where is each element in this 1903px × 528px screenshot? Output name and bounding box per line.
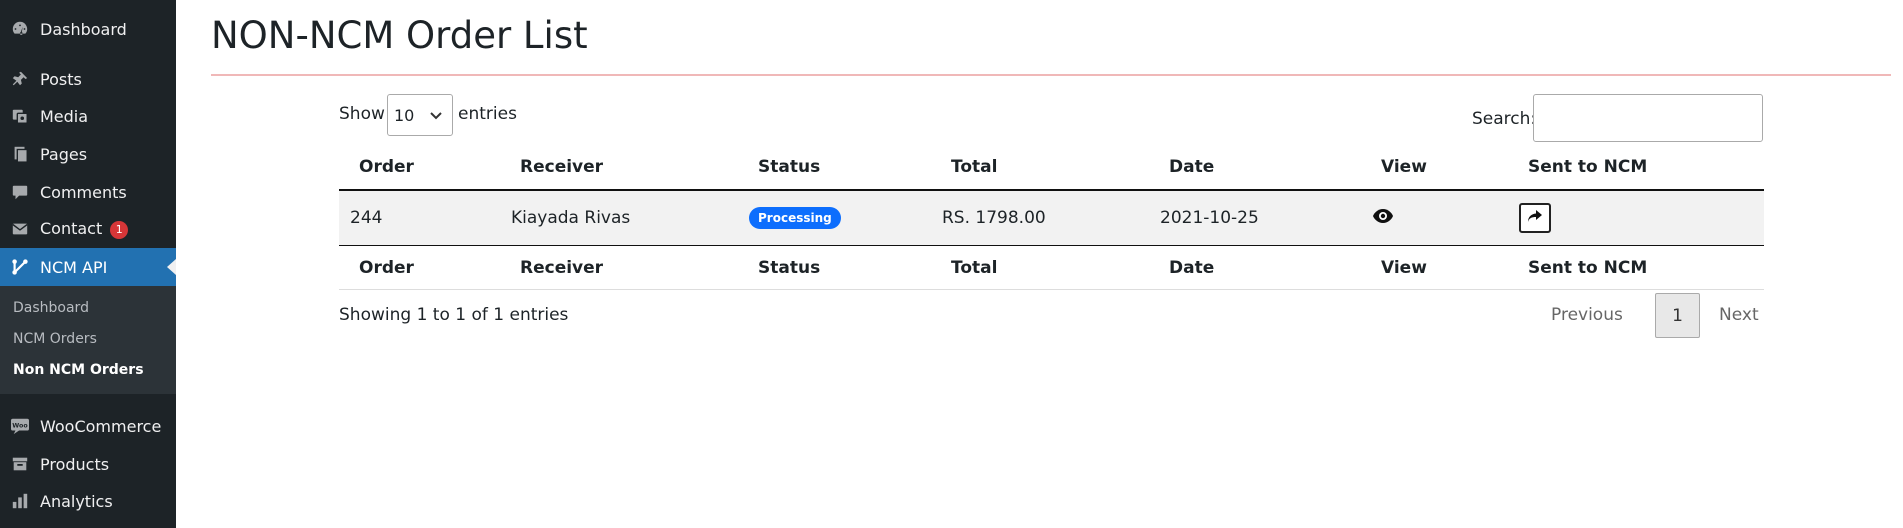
submenu-item-non-ncm-orders[interactable]: Non NCM Orders [13,362,144,378]
column-header-total[interactable]: Total [931,145,1149,190]
menu-item-analytics[interactable]: Analytics [0,483,176,519]
svg-text:Woo: Woo [12,422,28,429]
table-info: Showing 1 to 1 of 1 entries [339,305,569,325]
menu-label: Pages [40,144,88,164]
cell-status: Processing [738,190,931,246]
entries-per-page-value: 10 [394,105,415,125]
menu-item-products[interactable]: Products [0,446,176,482]
entries-per-page-select[interactable]: 10 [387,94,453,136]
footer-header-sent-to-ncm: Sent to NCM [1528,257,1648,278]
eye-icon[interactable] [1372,208,1394,229]
share-arrow-icon [1527,208,1543,228]
show-label: Show [339,104,385,124]
menu-label: Analytics [40,491,113,511]
archive-box-icon [10,454,30,474]
status-badge: Processing [749,207,841,229]
footer-header-total: Total [951,257,998,278]
menu-label-contact: Contact 1 [40,219,129,239]
column-header-status[interactable]: Status [738,145,931,190]
cell-date: 2021-10-25 [1160,208,1259,228]
footer-header-status: Status [758,257,821,278]
menu-label: Dashboard [40,19,127,39]
cell-sent-to-ncm [1508,190,1764,246]
orders-table: Order Receiver Status Total Date View Se… [339,145,1764,290]
column-header-receiver[interactable]: Receiver [500,145,738,190]
menu-label: Products [40,454,110,474]
ncm-api-icon [10,257,30,277]
comment-bubble-icon [10,182,30,202]
menu-item-contact[interactable]: Contact 1 [0,211,176,247]
menu-label: Posts [40,69,82,89]
previous-page-button[interactable]: Previous [1551,305,1623,325]
dashboard-gauge-icon [10,19,30,39]
footer-header-order: Order [359,257,414,278]
menu-label: Contact [40,219,103,239]
menu-item-ncm-api[interactable]: NCM API [0,248,176,286]
table-row: 244 Kiayada Rivas Processing RS. 1798.00… [339,190,1764,246]
media-icon [10,106,30,126]
page-title: NON-NCM Order List [211,14,588,57]
column-header-date[interactable]: Date [1149,145,1361,190]
cell-order: 244 [350,208,383,228]
submenu-item-dashboard[interactable]: Dashboard [13,300,89,316]
column-header-order[interactable]: Order [339,145,500,190]
bar-chart-icon [10,491,30,511]
menu-label: Comments [40,182,127,202]
notification-badge: 1 [110,220,129,239]
ncm-api-submenu: Dashboard NCM Orders Non NCM Orders [0,286,176,394]
menu-label: WooCommerce [40,416,162,436]
menu-item-media[interactable]: Media [0,98,176,134]
submenu-item-ncm-orders[interactable]: NCM Orders [13,331,97,347]
woocommerce-icon: Woo [10,416,30,436]
menu-item-posts[interactable]: Posts [0,61,176,97]
table-footer-row: Order Receiver Status Total Date View Se… [339,246,1764,290]
main-content: NON-NCM Order List Show 10 entries Searc… [176,0,1903,528]
pages-icon [10,144,30,164]
title-divider [211,74,1891,76]
chevron-down-icon [429,107,443,126]
menu-item-woocommerce[interactable]: Woo WooCommerce [0,408,176,444]
entries-label: entries [458,104,517,124]
search-label: Search: [1472,109,1537,129]
send-to-ncm-button[interactable] [1519,203,1551,233]
menu-label: Media [40,106,89,126]
next-page-button[interactable]: Next [1719,305,1759,325]
menu-item-comments[interactable]: Comments [0,174,176,210]
menu-label: NCM API [40,257,108,277]
search-input[interactable] [1533,94,1763,142]
envelope-icon [10,219,30,239]
column-header-view[interactable]: View [1361,145,1508,190]
footer-header-date: Date [1169,257,1215,278]
pushpin-icon [10,69,30,89]
admin-sidebar: Dashboard Posts Media Pages Comments Con… [0,0,176,528]
cell-total: RS. 1798.00 [942,208,1046,228]
cell-receiver: Kiayada Rivas [511,208,631,228]
cell-view [1361,190,1508,246]
column-header-sent-to-ncm[interactable]: Sent to NCM [1508,145,1764,190]
footer-header-receiver: Receiver [520,257,604,278]
page-1-button[interactable]: 1 [1655,293,1700,338]
menu-item-dashboard[interactable]: Dashboard [0,11,176,47]
pagination: Previous 1 Next [1551,293,1764,339]
menu-item-pages[interactable]: Pages [0,136,176,172]
table-header-row: Order Receiver Status Total Date View Se… [339,145,1764,190]
footer-header-view: View [1381,257,1427,278]
